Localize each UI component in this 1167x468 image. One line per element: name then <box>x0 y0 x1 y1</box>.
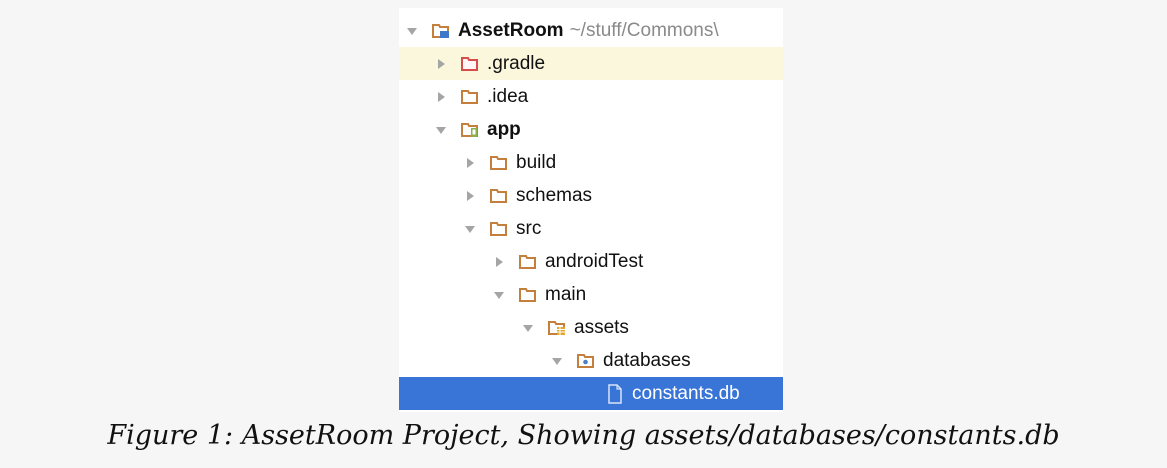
tree-item-label: build <box>516 151 557 173</box>
tree-item-androidtest[interactable]: androidTest <box>399 245 783 278</box>
package-folder-icon <box>576 351 596 371</box>
collapsed-arrow-icon[interactable] <box>434 90 448 104</box>
tree-item-app[interactable]: app <box>399 113 783 146</box>
tree-item-idea[interactable]: .idea <box>399 80 783 113</box>
tree-item-label: databases <box>603 349 691 371</box>
folder-icon <box>460 87 480 107</box>
tree-item-label: src <box>516 217 542 239</box>
collapsed-arrow-icon[interactable] <box>434 57 448 71</box>
expanded-arrow-icon[interactable] <box>521 321 535 335</box>
tree-item-label: app <box>487 118 521 140</box>
tree-item-label: .gradle <box>487 52 546 74</box>
tree-item-label: assets <box>574 316 629 338</box>
folder-icon <box>518 285 538 305</box>
folder-icon <box>489 219 509 239</box>
expanded-arrow-icon[interactable] <box>434 123 448 137</box>
assets-folder-icon <box>547 318 567 338</box>
expanded-arrow-icon[interactable] <box>405 24 419 38</box>
collapsed-arrow-icon[interactable] <box>492 255 506 269</box>
expanded-arrow-icon[interactable] <box>463 222 477 236</box>
expanded-arrow-icon[interactable] <box>492 288 506 302</box>
folder-icon <box>518 252 538 272</box>
figure-frame: AssetRoom ~/stuff/Commons\ .gradle .idea… <box>0 0 1167 468</box>
tree-item-main[interactable]: main <box>399 278 783 311</box>
tree-item-schemas[interactable]: schemas <box>399 179 783 212</box>
figure-caption: Figure 1: AssetRoom Project, Showing ass… <box>107 420 1060 451</box>
tree-item-build[interactable]: build <box>399 146 783 179</box>
tree-item-label: androidTest <box>545 250 644 272</box>
tree-item-assets[interactable]: assets <box>399 311 783 344</box>
tree-item-label: schemas <box>516 184 593 206</box>
collapsed-arrow-icon[interactable] <box>463 189 477 203</box>
tree-item-label: .idea <box>487 85 529 107</box>
folder-icon <box>489 186 509 206</box>
expanded-arrow-icon[interactable] <box>550 354 564 368</box>
tree-item-gradle[interactable]: .gradle <box>399 47 783 80</box>
folder-red-icon <box>460 54 480 74</box>
tree-item-databases[interactable]: databases <box>399 344 783 377</box>
file-icon <box>605 383 625 404</box>
tree-item-label: AssetRoom <box>458 19 564 41</box>
tree-item-constants-db[interactable]: constants.db <box>399 377 783 410</box>
module-folder-icon <box>460 120 480 140</box>
tree-item-src[interactable]: src <box>399 212 783 245</box>
collapsed-arrow-icon[interactable] <box>463 156 477 170</box>
folder-icon <box>489 153 509 173</box>
project-tree: AssetRoom ~/stuff/Commons\ .gradle .idea… <box>399 8 783 412</box>
project-folder-icon <box>431 21 451 41</box>
tree-item-assetroom[interactable]: AssetRoom ~/stuff/Commons\ <box>399 14 783 47</box>
tree-item-label: constants.db <box>632 382 740 404</box>
project-path: ~/stuff/Commons\ <box>569 19 719 41</box>
tree-item-label: main <box>545 283 587 305</box>
